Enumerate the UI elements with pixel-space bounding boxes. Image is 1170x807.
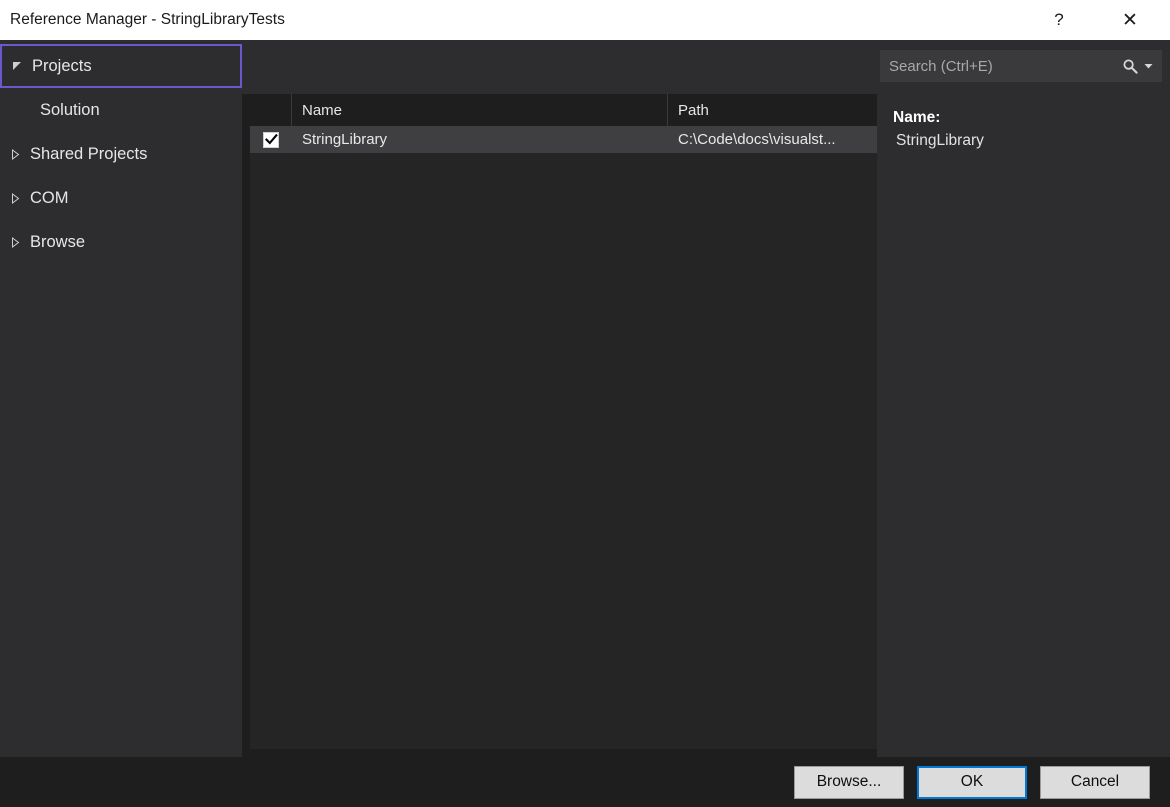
detail-name-label: Name: [893, 107, 1170, 129]
results-list: Name Path StringLibrary C:\Code\docs\vis… [250, 94, 877, 749]
sidebar-item-shared-projects[interactable]: Shared Projects [0, 132, 242, 176]
chevron-expanded-icon [2, 61, 32, 72]
sidebar-item-label: COM [30, 189, 69, 208]
sidebar-item-label: Shared Projects [30, 145, 147, 164]
help-button[interactable]: ? [1036, 0, 1082, 40]
chevron-collapsed-icon [0, 237, 30, 248]
sidebar-item-browse[interactable]: Browse [0, 220, 242, 264]
search-placeholder: Search (Ctrl+E) [880, 58, 1122, 75]
row-path-cell: C:\Code\docs\visualst... [668, 126, 877, 153]
sidebar-item-solution[interactable]: Solution [0, 88, 242, 132]
sidebar-item-label: Solution [0, 101, 100, 120]
row-name-cell: StringLibrary [292, 126, 668, 153]
sidebar-item-label: Projects [32, 57, 92, 76]
list-header-row: Name Path [250, 94, 877, 126]
dialog-footer: Browse... OK Cancel [0, 757, 1170, 807]
column-header-name[interactable]: Name [292, 94, 668, 126]
detail-name-value: StringLibrary [893, 129, 1170, 153]
search-icon[interactable] [1122, 58, 1142, 75]
details-panel: Name: StringLibrary [877, 94, 1170, 757]
browse-button[interactable]: Browse... [794, 766, 904, 799]
sidebar-item-projects[interactable]: Projects [0, 44, 242, 88]
table-row[interactable]: StringLibrary C:\Code\docs\visualst... [250, 126, 877, 153]
title-bar: Reference Manager - StringLibraryTests ?… [0, 0, 1170, 40]
close-icon[interactable]: ✕ [1107, 0, 1153, 40]
list-body: StringLibrary C:\Code\docs\visualst... [250, 126, 877, 749]
column-header-check[interactable] [250, 94, 292, 126]
chevron-down-icon[interactable] [1142, 63, 1162, 69]
sidebar-item-com[interactable]: COM [0, 176, 242, 220]
checkbox-checked-icon[interactable] [263, 132, 279, 148]
ok-button[interactable]: OK [917, 766, 1027, 799]
chevron-collapsed-icon [0, 193, 30, 204]
column-header-path[interactable]: Path [668, 94, 877, 126]
search-input[interactable]: Search (Ctrl+E) [880, 50, 1162, 82]
window-title: Reference Manager - StringLibraryTests [10, 12, 285, 28]
cancel-button[interactable]: Cancel [1040, 766, 1150, 799]
chevron-collapsed-icon [0, 149, 30, 160]
reference-manager-dialog: Reference Manager - StringLibraryTests ?… [0, 0, 1170, 807]
sidebar: Projects Solution Shared Projects COM Br… [0, 40, 242, 757]
row-checkbox-cell[interactable] [250, 126, 292, 153]
sidebar-item-label: Browse [30, 233, 85, 252]
